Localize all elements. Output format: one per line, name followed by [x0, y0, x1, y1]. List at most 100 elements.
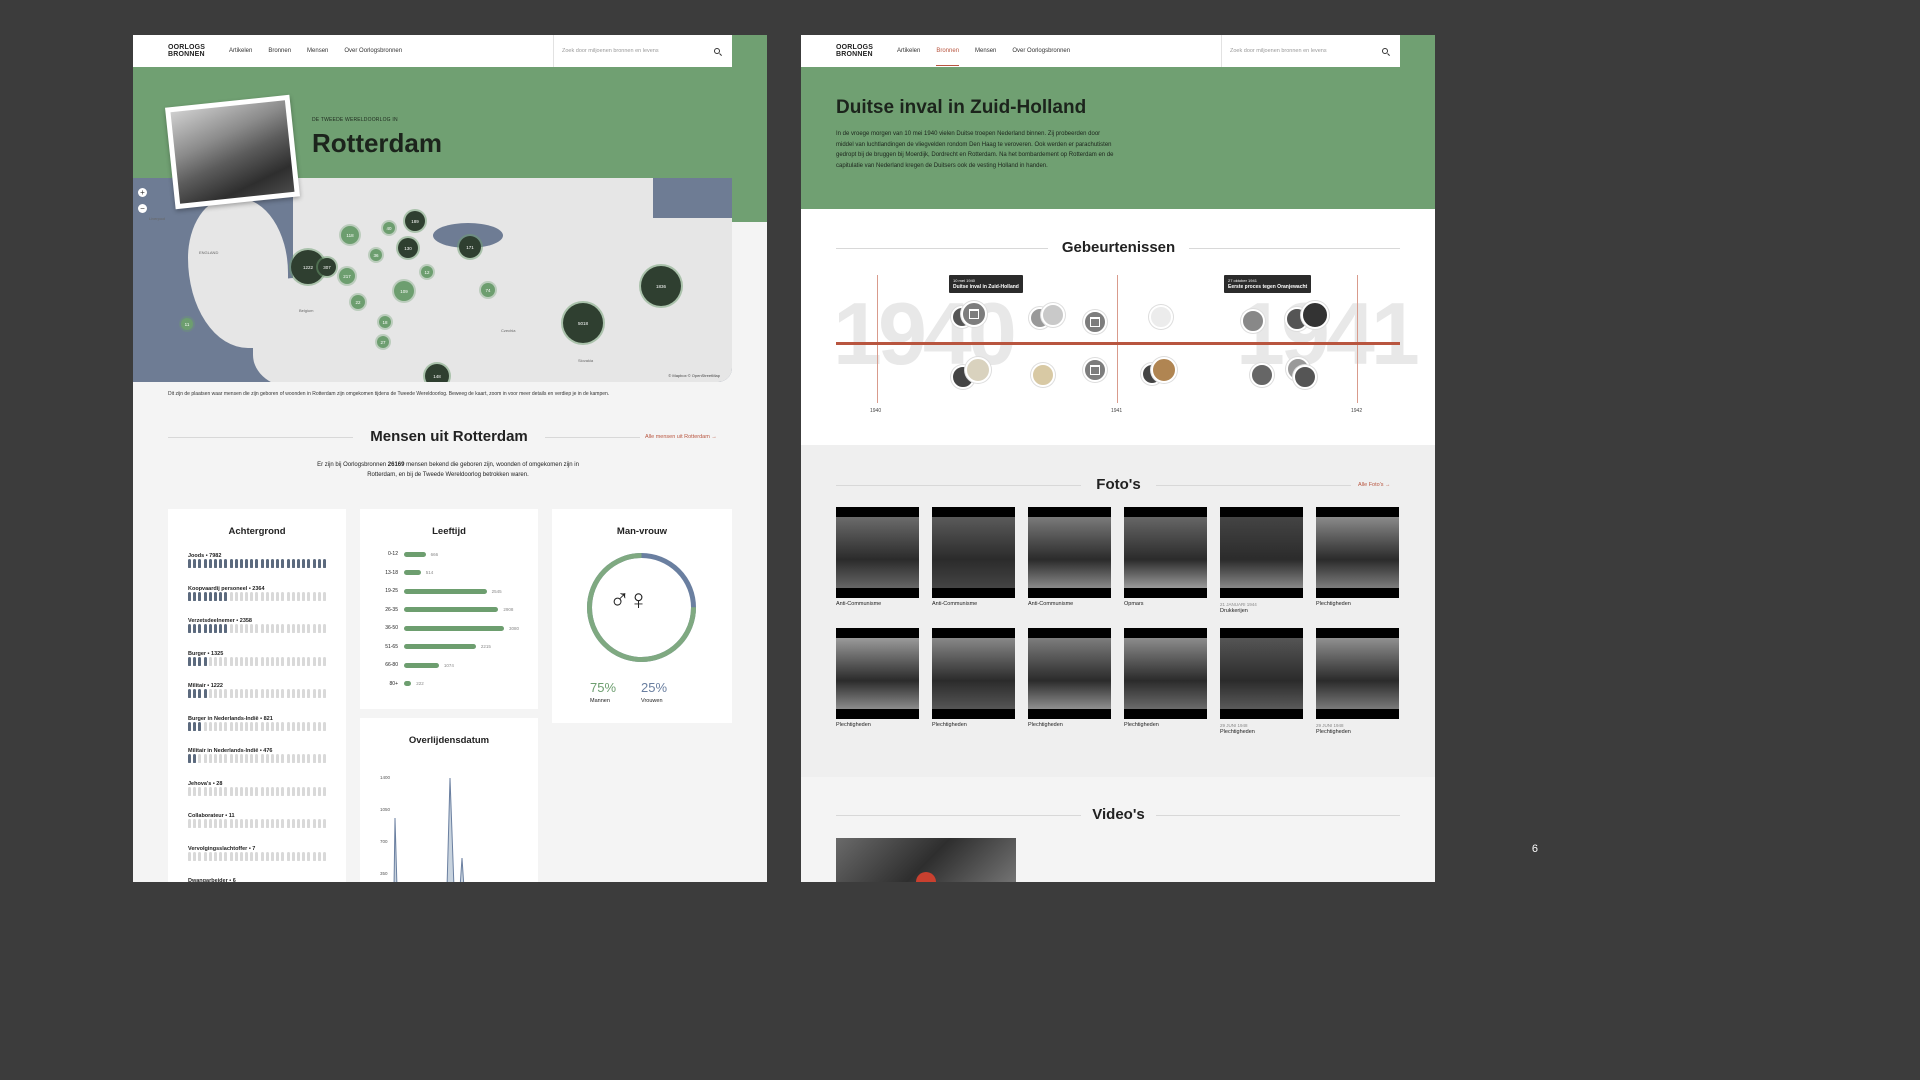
photo-thumbnail[interactable] [1028, 628, 1111, 719]
event-marker[interactable] [1041, 303, 1065, 327]
event-marker[interactable] [965, 357, 991, 383]
search-input[interactable]: Zoek door miljoenen bronnen en levens [1221, 35, 1400, 67]
event-marker[interactable] [1241, 309, 1265, 333]
nav-item-over[interactable]: Over Oorlogsbronnen [1012, 48, 1070, 54]
nav-item-artikelen[interactable]: Artikelen [229, 48, 252, 54]
map-cluster[interactable]: 18 [379, 316, 391, 328]
person-icon [250, 689, 254, 698]
event-marker[interactable] [1149, 305, 1173, 329]
logo-line-2: BRONNEN [836, 51, 873, 58]
women-label: Vrouwen [641, 698, 663, 704]
person-icon [198, 754, 202, 763]
person-icon [208, 624, 212, 633]
map-cluster[interactable]: 27 [377, 336, 389, 348]
person-icon [296, 591, 300, 601]
nav-item-over[interactable]: Over Oorlogsbronnen [344, 48, 402, 54]
map-cluster[interactable]: 189 [405, 211, 425, 231]
map-cluster[interactable]: 40 [383, 222, 395, 234]
map[interactable]: + − ENGLAND Belgium Czechia Slovakia Liv… [133, 178, 732, 382]
map-cluster[interactable]: 109 [394, 281, 414, 301]
person-icon [239, 786, 243, 796]
all-photos-link[interactable]: Alle Foto's → [1358, 482, 1391, 488]
video-thumbnail[interactable] [836, 838, 1016, 882]
nav-item-artikelen[interactable]: Artikelen [897, 48, 920, 54]
person-icon [229, 721, 233, 731]
photo-thumbnail[interactable] [836, 507, 919, 598]
nav-item-mensen[interactable]: Mensen [307, 48, 328, 54]
axis-tick: 350 [380, 871, 388, 876]
search-input[interactable]: Zoek door miljoenen bronnen en levens [553, 35, 732, 67]
person-icon [286, 721, 290, 731]
map-cluster[interactable]: 130 [398, 238, 418, 258]
photo-thumbnail[interactable] [932, 628, 1015, 719]
event-marker[interactable] [1151, 357, 1177, 383]
map-label: Belgium [299, 308, 314, 313]
person-icon [291, 689, 295, 698]
site-logo[interactable]: OORLOGS BRONNEN [168, 44, 228, 58]
background-row-label: Dwangarbeider • 6 [188, 878, 236, 882]
person-icon [250, 819, 254, 828]
nav-item-mensen[interactable]: Mensen [975, 48, 996, 54]
map-cluster[interactable]: 11 [181, 318, 193, 330]
search-icon[interactable] [714, 48, 720, 54]
photo-caption: 29 JUNI 1948 Plechtigheden [1316, 722, 1351, 736]
photo-caption-text: Plechtigheden [1028, 722, 1063, 728]
map-cluster[interactable]: 74 [481, 283, 495, 297]
person-icon [234, 624, 238, 633]
tooltip-date: 10 mei 1940 [953, 278, 976, 283]
photo-thumbnail[interactable] [1316, 507, 1399, 598]
photo-thumbnail[interactable] [1220, 507, 1303, 598]
photo-thumbnail[interactable] [1124, 507, 1207, 598]
event-marker[interactable] [1250, 363, 1274, 387]
photo-thumbnail[interactable] [836, 628, 919, 719]
person-icon [224, 819, 228, 828]
event-marker[interactable] [1083, 358, 1107, 382]
photo-thumbnail[interactable] [1124, 628, 1207, 719]
nav-item-bronnen[interactable]: Bronnen [936, 48, 959, 66]
event-marker[interactable] [1293, 365, 1317, 389]
map-cluster[interactable]: 22 [351, 295, 365, 309]
person-icon [260, 591, 264, 601]
photo-thumbnail[interactable] [1316, 628, 1399, 719]
all-people-link[interactable]: Alle mensen uit Rotterdam → [645, 434, 717, 440]
person-icon [224, 624, 228, 633]
zoom-out-button[interactable]: − [138, 204, 147, 213]
event-marker[interactable] [1301, 301, 1329, 329]
photo-thumbnail[interactable] [932, 507, 1015, 598]
search-icon[interactable] [1382, 48, 1388, 54]
event-marker[interactable] [1083, 310, 1107, 334]
person-icon [203, 721, 207, 731]
event-marker[interactable] [1031, 363, 1055, 387]
timeline-year-label: 1942 [1351, 408, 1363, 414]
photo-thumbnail[interactable] [1028, 507, 1111, 598]
person-icon [312, 591, 316, 601]
photo-thumbnail[interactable] [1220, 628, 1303, 719]
person-icon [302, 819, 306, 828]
person-icon [193, 819, 197, 828]
zoom-in-button[interactable]: + [138, 188, 147, 197]
person-icon [322, 851, 326, 861]
map-cluster[interactable]: 5018 [563, 303, 603, 343]
map-cluster[interactable]: 1836 [641, 266, 681, 306]
map-cluster[interactable]: 217 [339, 268, 355, 284]
map-cluster[interactable]: 12 [421, 266, 433, 278]
map-cluster[interactable]: 148 [425, 364, 449, 382]
person-icon-row [188, 786, 328, 799]
person-icon [198, 656, 202, 666]
person-icon [198, 851, 202, 861]
event-marker[interactable] [961, 301, 987, 327]
map-cluster[interactable]: 118 [341, 226, 359, 244]
map-cluster[interactable]: 307 [318, 258, 336, 276]
person-icon [250, 851, 254, 861]
map-cluster[interactable]: 36 [370, 249, 382, 261]
age-range-label: 13-18 [385, 569, 398, 576]
photo-caption-text: Plechtigheden [1220, 729, 1255, 735]
site-logo[interactable]: OORLOGS BRONNEN [836, 44, 896, 58]
map-cluster[interactable]: 171 [459, 236, 481, 258]
page-title: Rotterdam [312, 128, 443, 158]
background-row: Burger • 1325 [188, 651, 328, 669]
nav-item-bronnen[interactable]: Bronnen [268, 48, 291, 54]
person-icon [203, 559, 207, 568]
person-icon [322, 721, 326, 731]
person-icon [193, 656, 197, 666]
